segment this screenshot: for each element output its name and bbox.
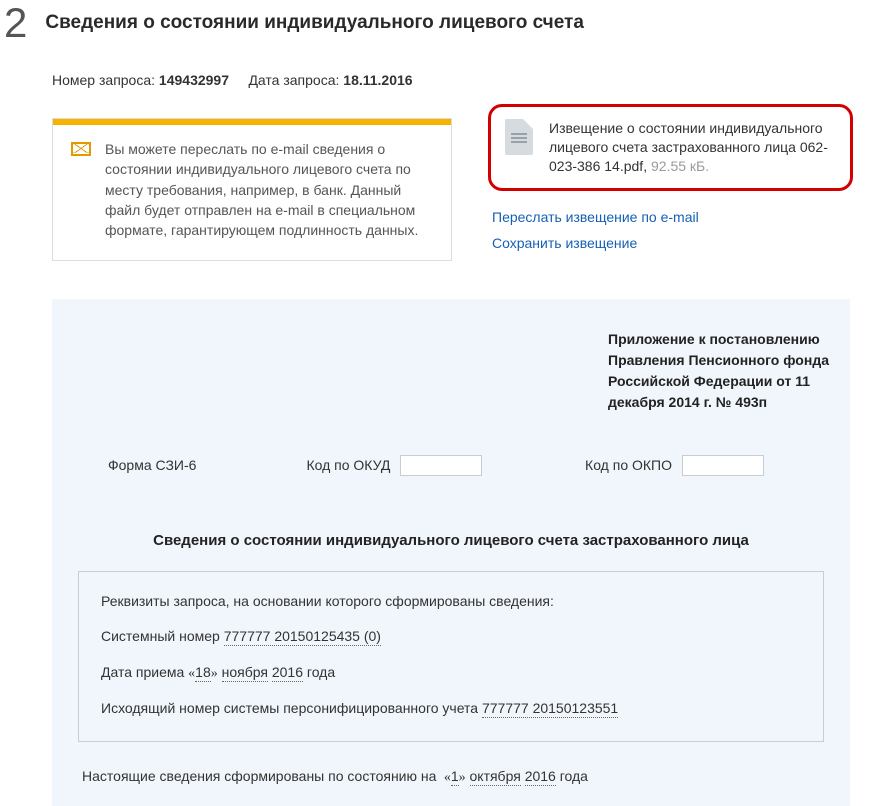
request-details-box: Реквизиты запроса, на основании которого… — [78, 571, 824, 742]
mail-icon — [71, 142, 91, 156]
file-size: 92.55 кБ. — [651, 158, 709, 174]
sys-num-value: 777777 20150125435 (0) — [224, 628, 381, 646]
page-title: Сведения о состоянии индивидуального лиц… — [45, 8, 584, 34]
document-title: Сведения о состоянии индивидуального лиц… — [68, 476, 834, 571]
email-note-box: Вы можете переслать по e-mail сведения о… — [52, 118, 452, 261]
status-date-line: Настоящие сведения сформированы по состо… — [68, 742, 834, 786]
form-name: Форма СЗИ-6 — [108, 457, 196, 473]
request-date-label: Дата запроса: — [248, 72, 339, 88]
okpo-label: Код по ОКПО — [585, 457, 672, 473]
step-number: 2 — [4, 2, 27, 44]
footer-year: 2016 — [525, 768, 556, 786]
footer-month: октября — [470, 768, 521, 786]
accept-date-label: Дата приема — [101, 664, 184, 680]
footer-prefix: Настоящие сведения сформированы по состо… — [82, 768, 436, 784]
forward-email-link[interactable]: Переслать извещение по e-mail — [488, 209, 853, 225]
okpo-input[interactable] — [682, 455, 764, 476]
outgoing-label: Исходящий номер системы персонифицирован… — [101, 700, 478, 716]
annex-text: Приложение к постановлению Правления Пен… — [608, 329, 834, 413]
request-num-label: Номер запроса: — [52, 72, 155, 88]
accept-day: 18 — [195, 664, 211, 682]
file-label: Извещение о состоянии индивидуального ли… — [549, 119, 834, 176]
request-date-value: 18.11.2016 — [343, 72, 412, 88]
request-intro: Реквизиты запроса, на основании которого… — [101, 592, 801, 612]
footer-suffix: года — [560, 768, 588, 784]
footer-day: 1 — [451, 768, 459, 786]
request-num-value: 149432997 — [159, 72, 229, 88]
save-notice-link[interactable]: Сохранить извещение — [488, 235, 853, 251]
file-icon — [505, 119, 533, 155]
document-panel: Приложение к постановлению Правления Пен… — [52, 299, 850, 806]
accept-month: ноября — [222, 664, 268, 682]
okud-input[interactable] — [400, 455, 482, 476]
outgoing-value: 777777 20150123551 — [482, 700, 618, 718]
accept-suffix: года — [307, 664, 335, 680]
okud-label: Код по ОКУД — [306, 457, 390, 473]
email-note-text: Вы можете переслать по e-mail сведения о… — [105, 139, 433, 240]
request-meta: Номер запроса: 149432997 Дата запроса: 1… — [0, 44, 873, 88]
sys-num-label: Системный номер — [101, 628, 220, 644]
accept-year: 2016 — [272, 664, 303, 682]
file-attachment[interactable]: Извещение о состоянии индивидуального ли… — [488, 104, 853, 191]
